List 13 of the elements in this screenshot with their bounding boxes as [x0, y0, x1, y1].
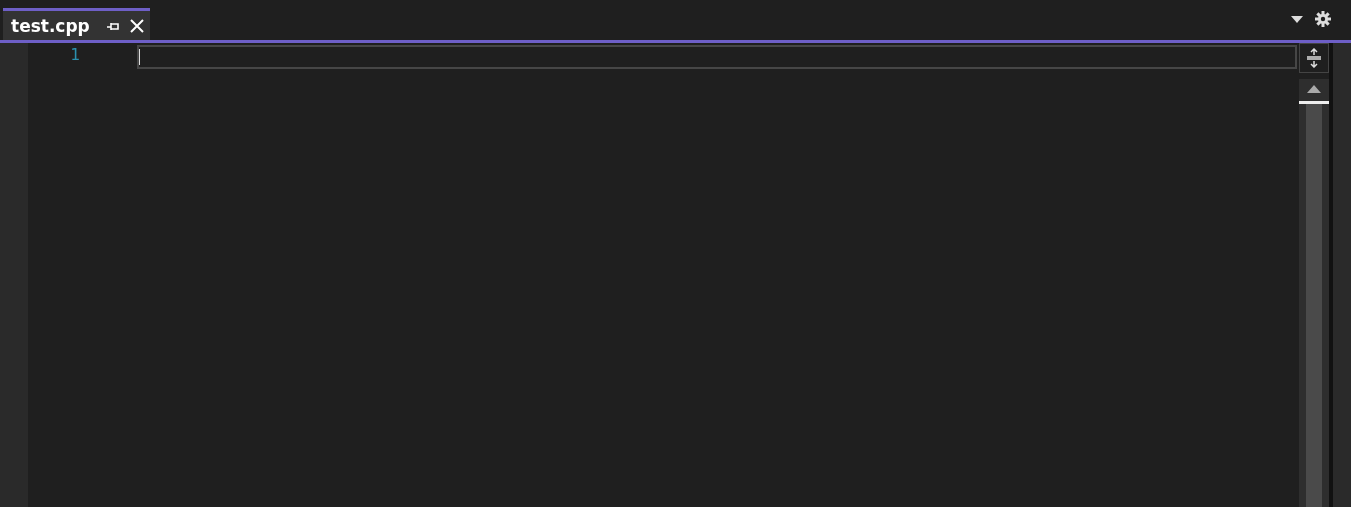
split-icon [1306, 48, 1322, 68]
scroll-up-icon[interactable] [1307, 85, 1321, 93]
text-cursor [139, 49, 140, 65]
split-button[interactable] [1299, 43, 1329, 73]
scroll-thumb[interactable] [1306, 104, 1322, 507]
scroll-position-marker [1299, 101, 1329, 104]
line-number: 1 [69, 45, 81, 64]
tab-title[interactable]: test.cpp [11, 15, 90, 36]
close-icon[interactable] [129, 18, 144, 33]
settings-icon[interactable] [1315, 11, 1331, 27]
document-tab[interactable]: test.cpp [3, 8, 150, 40]
vertical-scrollbar[interactable] [1299, 79, 1329, 507]
dropdown-icon[interactable] [1291, 15, 1303, 23]
